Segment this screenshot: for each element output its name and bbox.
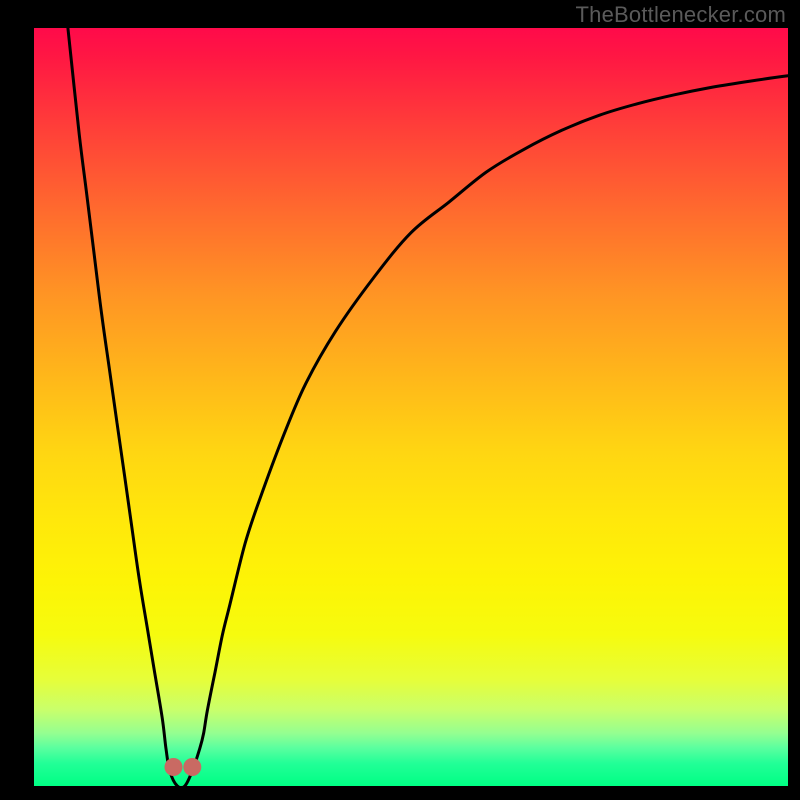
bottleneck-curve [68,28,788,788]
chart-frame: TheBottlenecker.com [0,0,800,800]
chart-svg [0,0,800,800]
min-marker [165,758,183,776]
min-marker [183,758,201,776]
min-markers [165,758,202,776]
